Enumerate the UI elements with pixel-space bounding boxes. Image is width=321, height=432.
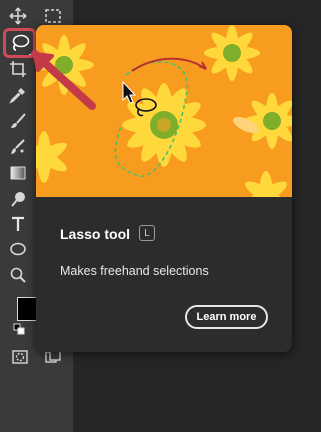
- healing-brush-tool[interactable]: [6, 135, 30, 159]
- healing-icon: [11, 139, 25, 154]
- type-icon: [12, 216, 24, 231]
- ellipse-tool[interactable]: [6, 237, 30, 261]
- shortcut-badge: L: [139, 225, 155, 241]
- quick-mask-button[interactable]: [8, 345, 32, 369]
- ellipse-icon: [10, 242, 26, 256]
- brush-tool[interactable]: [6, 109, 30, 133]
- lasso-icon: [12, 34, 30, 51]
- eyedropper-icon: [9, 88, 25, 104]
- quick-mask-icon: [12, 350, 28, 364]
- move-icon: [9, 7, 27, 25]
- popup-description: Makes freehand selections: [60, 264, 209, 278]
- popup-title: Lasso tool: [60, 226, 131, 242]
- gradient-tool[interactable]: [6, 161, 30, 185]
- marquee-icon: [45, 9, 61, 23]
- dodge-icon: [11, 192, 25, 207]
- zoom-icon: [10, 267, 26, 283]
- default-colors-icon: [13, 323, 25, 335]
- learn-more-button[interactable]: Learn more: [185, 305, 268, 329]
- eyedropper-tool[interactable]: [6, 83, 30, 107]
- dodge-tool[interactable]: [6, 187, 30, 211]
- default-colors-button[interactable]: [12, 322, 26, 336]
- gradient-icon: [10, 166, 26, 180]
- zoom-tool[interactable]: [6, 263, 30, 287]
- crop-icon: [10, 61, 26, 77]
- brush-icon: [11, 113, 26, 128]
- pointer-arrow-annotation: [31, 50, 96, 110]
- type-tool[interactable]: [6, 212, 30, 236]
- move-tool[interactable]: [6, 4, 30, 28]
- crop-tool[interactable]: [6, 57, 30, 81]
